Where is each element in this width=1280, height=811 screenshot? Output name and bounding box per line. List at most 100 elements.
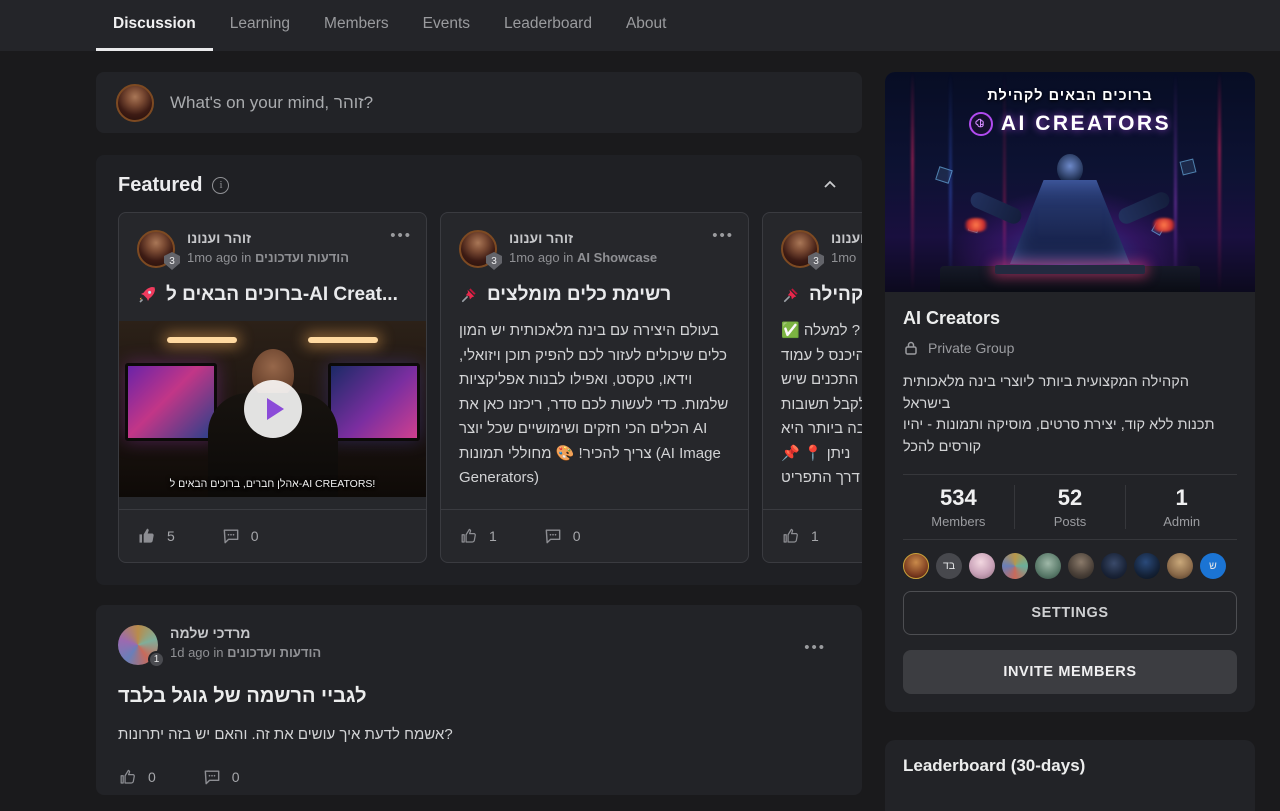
like-icon[interactable]: [137, 526, 157, 546]
member-avatar[interactable]: בד: [936, 553, 962, 579]
member-avatar[interactable]: [1167, 553, 1193, 579]
avatar: 3: [459, 230, 497, 268]
feed-post[interactable]: 1 מרדכי שלמה 1d ago in הודעות ועדכונים •…: [96, 605, 862, 795]
level-badge: 3: [486, 252, 502, 270]
pushpin-emoji: [781, 286, 800, 305]
member-avatar[interactable]: [1035, 553, 1061, 579]
settings-button[interactable]: SETTINGS: [903, 591, 1237, 635]
avatar: 3: [781, 230, 819, 268]
avatar: 3: [137, 230, 175, 268]
banner-figure: [1057, 154, 1083, 184]
comment-count: 0: [232, 769, 240, 785]
featured-card-community[interactable]: 3 זוהר וענונו 1mo קהילה ✅ למעלה ? היכנס …: [762, 212, 862, 563]
studio-light: [308, 337, 378, 343]
tab-members[interactable]: Members: [307, 0, 406, 51]
member-avatar[interactable]: [903, 553, 929, 579]
post-author[interactable]: זוהר וענונו: [509, 230, 657, 246]
post-title[interactable]: קהילה: [809, 284, 862, 306]
monitor-right: [328, 363, 420, 441]
more-options-icon[interactable]: •••: [390, 227, 412, 244]
play-button[interactable]: [244, 380, 302, 438]
featured-title: Featured: [118, 174, 202, 197]
more-options-icon[interactable]: •••: [712, 227, 734, 244]
like-icon[interactable]: [781, 526, 801, 546]
group-stats: 534 Members 52 Posts 1 Admin: [903, 474, 1237, 540]
like-icon[interactable]: [459, 526, 479, 546]
tab-leaderboard[interactable]: Leaderboard: [487, 0, 609, 51]
stat-members[interactable]: 534 Members: [903, 485, 1014, 529]
member-avatar[interactable]: [1002, 553, 1028, 579]
post-body: ✅ למעלה ? היכנס ל עמוד התכנים שיש לקבל ת…: [763, 306, 862, 491]
post-space[interactable]: הודעות ועדכונים: [255, 250, 349, 265]
like-count: 0: [148, 769, 156, 785]
post-title[interactable]: ברוכים הבאים ל-AI Creat...: [166, 284, 398, 306]
monitor-left: [125, 363, 217, 441]
comment-icon[interactable]: [543, 526, 563, 546]
more-options-icon[interactable]: •••: [804, 639, 826, 656]
stat-admin[interactable]: 1 Admin: [1125, 485, 1237, 529]
member-avatar[interactable]: [969, 553, 995, 579]
leaderboard-card: Leaderboard (30-days): [885, 740, 1255, 811]
level-badge: 1: [148, 651, 165, 668]
tab-learning[interactable]: Learning: [213, 0, 307, 51]
level-badge: 3: [164, 252, 180, 270]
featured-cards-row: 3 זוהר וענונו 1mo ago in הודעות ועדכונים…: [96, 212, 862, 585]
info-icon[interactable]: i: [212, 177, 229, 194]
post-time: 1mo ago in: [187, 250, 251, 265]
comment-count: 0: [573, 528, 581, 544]
invite-members-button[interactable]: INVITE MEMBERS: [903, 650, 1237, 694]
post-title[interactable]: רשימת כלים מומלצים: [487, 284, 671, 306]
member-avatar[interactable]: [1134, 553, 1160, 579]
banner-headline: ברוכים הבאים לקהילת: [885, 88, 1255, 104]
top-nav: Discussion Learning Members Events Leade…: [0, 0, 1280, 51]
comment-icon[interactable]: [221, 526, 241, 546]
comment-icon[interactable]: [202, 767, 222, 787]
post-author[interactable]: זוהר וענונו: [831, 230, 862, 246]
comment-count: 0: [251, 528, 259, 544]
video-thumbnail[interactable]: אהלן חברים, ברוכים הבאים ל-AI CREATORS!: [119, 321, 426, 497]
stat-posts[interactable]: 52 Posts: [1014, 485, 1126, 529]
member-avatar[interactable]: [1101, 553, 1127, 579]
rocket-emoji: [137, 285, 157, 305]
group-description: הקהילה המקצועית ביותר ליוצרי בינה מלאכות…: [903, 372, 1237, 458]
tab-events[interactable]: Events: [406, 0, 487, 51]
tab-discussion[interactable]: Discussion: [96, 0, 213, 51]
group-name: AI Creators: [903, 308, 1237, 329]
tab-about[interactable]: About: [609, 0, 684, 51]
like-icon[interactable]: [118, 767, 138, 787]
leaderboard-title: Leaderboard (30-days): [903, 756, 1237, 776]
post-body: בעולם היצירה עם בינה מלאכותית יש המון כל…: [441, 306, 748, 491]
post-time: 1d ago in: [170, 645, 224, 660]
member-avatars-row: בד ש: [903, 553, 1237, 579]
lock-icon: [903, 340, 919, 356]
group-card: ברוכים הבאים לקהילת AI CREATORS AI Creat…: [885, 72, 1255, 712]
avatar: [116, 84, 154, 122]
studio-light: [167, 337, 237, 343]
post-space[interactable]: AI Showcase: [577, 250, 657, 265]
featured-section: Featured i 3 זוהר וענונו 1mo ago in הודע…: [96, 155, 862, 585]
composer-placeholder: What's on your mind, זוהר?: [170, 93, 373, 113]
member-avatar[interactable]: ש: [1200, 553, 1226, 579]
post-author[interactable]: זוהר וענונו: [187, 230, 349, 246]
group-sidebar: ברוכים הבאים לקהילת AI CREATORS AI Creat…: [885, 72, 1255, 811]
featured-card-tools[interactable]: 3 זוהר וענונו 1mo ago in AI Showcase •••…: [440, 212, 749, 563]
brain-logo-icon: [969, 112, 993, 136]
avatar: 1: [118, 625, 158, 665]
post-time: 1mo ago in: [509, 250, 573, 265]
post-space[interactable]: הודעות ועדכונים: [227, 645, 321, 660]
post-body: אשמח לדעת איך עושים את זה. והאם יש בזה י…: [118, 726, 840, 743]
member-avatar[interactable]: [1068, 553, 1094, 579]
like-count: 1: [489, 528, 497, 544]
level-badge: 3: [808, 252, 824, 270]
like-count: 1: [811, 528, 819, 544]
post-title[interactable]: לגביי הרשמה של גוגל בלבד: [118, 685, 840, 708]
featured-card-welcome[interactable]: 3 זוהר וענונו 1mo ago in הודעות ועדכונים…: [118, 212, 427, 563]
banner-brand: AI CREATORS: [1001, 112, 1171, 136]
post-author[interactable]: מרדכי שלמה: [170, 625, 321, 641]
pushpin-emoji: [459, 286, 478, 305]
post-composer[interactable]: What's on your mind, זוהר?: [96, 72, 862, 133]
group-banner-image[interactable]: ברוכים הבאים לקהילת AI CREATORS: [885, 72, 1255, 292]
play-icon: [267, 398, 284, 420]
privacy-label: Private Group: [928, 340, 1014, 356]
chevron-up-icon[interactable]: [822, 177, 838, 193]
